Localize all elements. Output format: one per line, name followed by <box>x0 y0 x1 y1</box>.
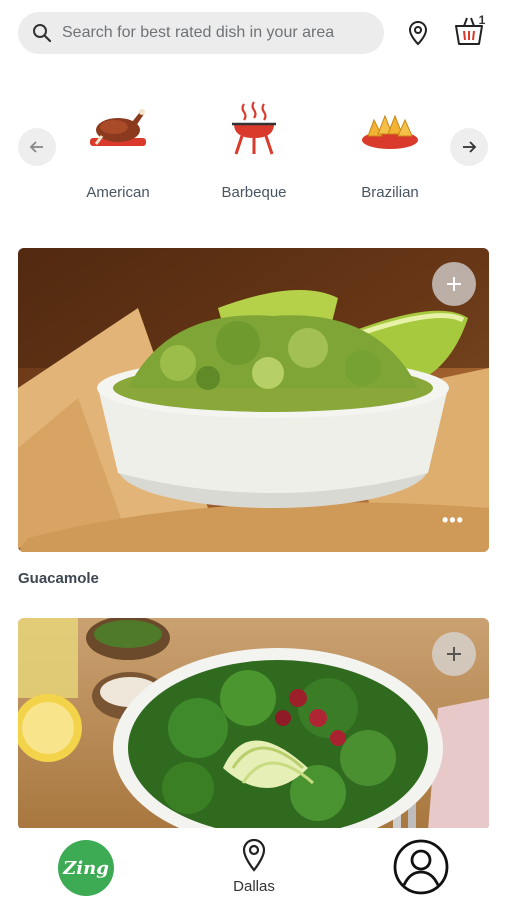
category-barbeque[interactable]: Barbeque <box>199 100 309 201</box>
plus-icon <box>447 647 461 661</box>
arrow-right-icon <box>463 141 477 153</box>
kale-salad-photo <box>18 618 489 830</box>
grill-icon <box>232 101 276 155</box>
user-profile-icon[interactable] <box>392 838 450 896</box>
arrow-left-icon <box>29 141 43 153</box>
roast-chicken-icon <box>90 109 146 146</box>
top-bar: 1 <box>0 0 507 66</box>
dish-card-salad[interactable] <box>18 618 489 830</box>
category-american[interactable]: American <box>63 100 173 201</box>
category-label: Brazilian <box>361 184 419 201</box>
location-label: Dallas <box>233 878 275 895</box>
category-label: American <box>86 184 150 201</box>
add-to-cart-button[interactable] <box>432 262 476 306</box>
cart-count-badge: 1 <box>478 13 486 27</box>
location-pin-icon <box>242 838 266 872</box>
logo-text: Zing <box>63 857 109 879</box>
category-brazilian[interactable]: Brazilian <box>335 100 445 201</box>
location-pin-icon[interactable] <box>405 20 431 46</box>
pastries-plate-icon <box>362 114 418 149</box>
category-carousel: American Barbeque Brazilian <box>0 90 507 210</box>
bottom-navigation: Zing Dallas <box>0 828 507 900</box>
search-icon <box>33 24 52 43</box>
dish-card-guacamole[interactable]: ••• <box>18 248 489 552</box>
nav-location[interactable]: Dallas <box>227 838 281 896</box>
search-input[interactable] <box>62 20 376 46</box>
carousel-prev-button[interactable] <box>18 128 56 166</box>
category-label: Barbeque <box>221 184 287 201</box>
plus-icon <box>447 277 461 291</box>
guacamole-photo <box>18 248 489 552</box>
dish-name[interactable]: Guacamole <box>18 570 99 587</box>
more-dots-icon[interactable]: ••• <box>442 510 464 531</box>
carousel-next-button[interactable] <box>450 128 488 166</box>
zing-logo[interactable]: Zing <box>58 840 114 896</box>
add-to-cart-button[interactable] <box>432 632 476 676</box>
search-bar[interactable] <box>18 12 384 54</box>
